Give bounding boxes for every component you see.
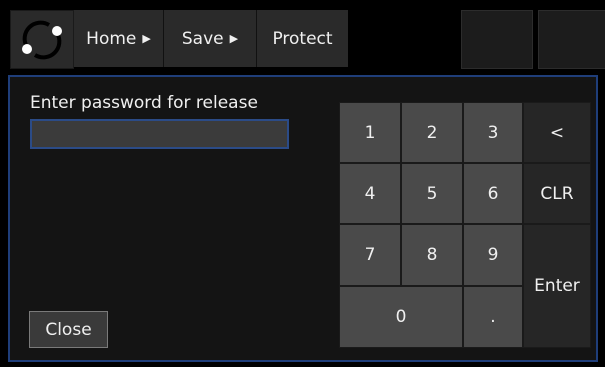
key-5[interactable]: 5 <box>401 163 463 224</box>
enter-key[interactable]: Enter <box>523 224 591 348</box>
key-7[interactable]: 7 <box>339 224 401 286</box>
backspace-key[interactable]: < <box>523 102 591 163</box>
key-8[interactable]: 8 <box>401 224 463 286</box>
top-empty-button-2[interactable] <box>538 10 605 69</box>
key-9[interactable]: 9 <box>463 224 523 286</box>
chevron-right-icon: ▶ <box>142 32 151 45</box>
breadcrumb-protect-label: Protect <box>272 28 333 49</box>
menu-logo-button[interactable] <box>10 10 74 69</box>
key-1[interactable]: 1 <box>339 102 401 163</box>
key-4[interactable]: 4 <box>339 163 401 224</box>
circular-arrows-icon <box>22 20 62 59</box>
key-3[interactable]: 3 <box>463 102 523 163</box>
close-button[interactable]: Close <box>29 311 108 348</box>
key-2[interactable]: 2 <box>401 102 463 163</box>
password-input[interactable] <box>30 119 289 149</box>
breadcrumb-save-label: Save <box>181 28 224 49</box>
key-6[interactable]: 6 <box>463 163 523 224</box>
key-0[interactable]: 0 <box>339 286 463 348</box>
breadcrumb-protect[interactable]: Protect <box>257 10 348 67</box>
breadcrumb-home[interactable]: Home ▶ <box>74 10 164 67</box>
top-empty-button-1[interactable] <box>461 10 533 69</box>
clear-key[interactable]: CLR <box>523 163 591 224</box>
password-prompt: Enter password for release <box>30 93 258 113</box>
decimal-key[interactable]: . <box>463 286 523 348</box>
breadcrumb-home-label: Home <box>86 28 137 49</box>
chevron-right-icon: ▶ <box>229 32 239 45</box>
breadcrumb-save[interactable]: Save ▶ <box>164 10 257 67</box>
top-bar: Home ▶ Save ▶ Protect <box>0 0 605 74</box>
